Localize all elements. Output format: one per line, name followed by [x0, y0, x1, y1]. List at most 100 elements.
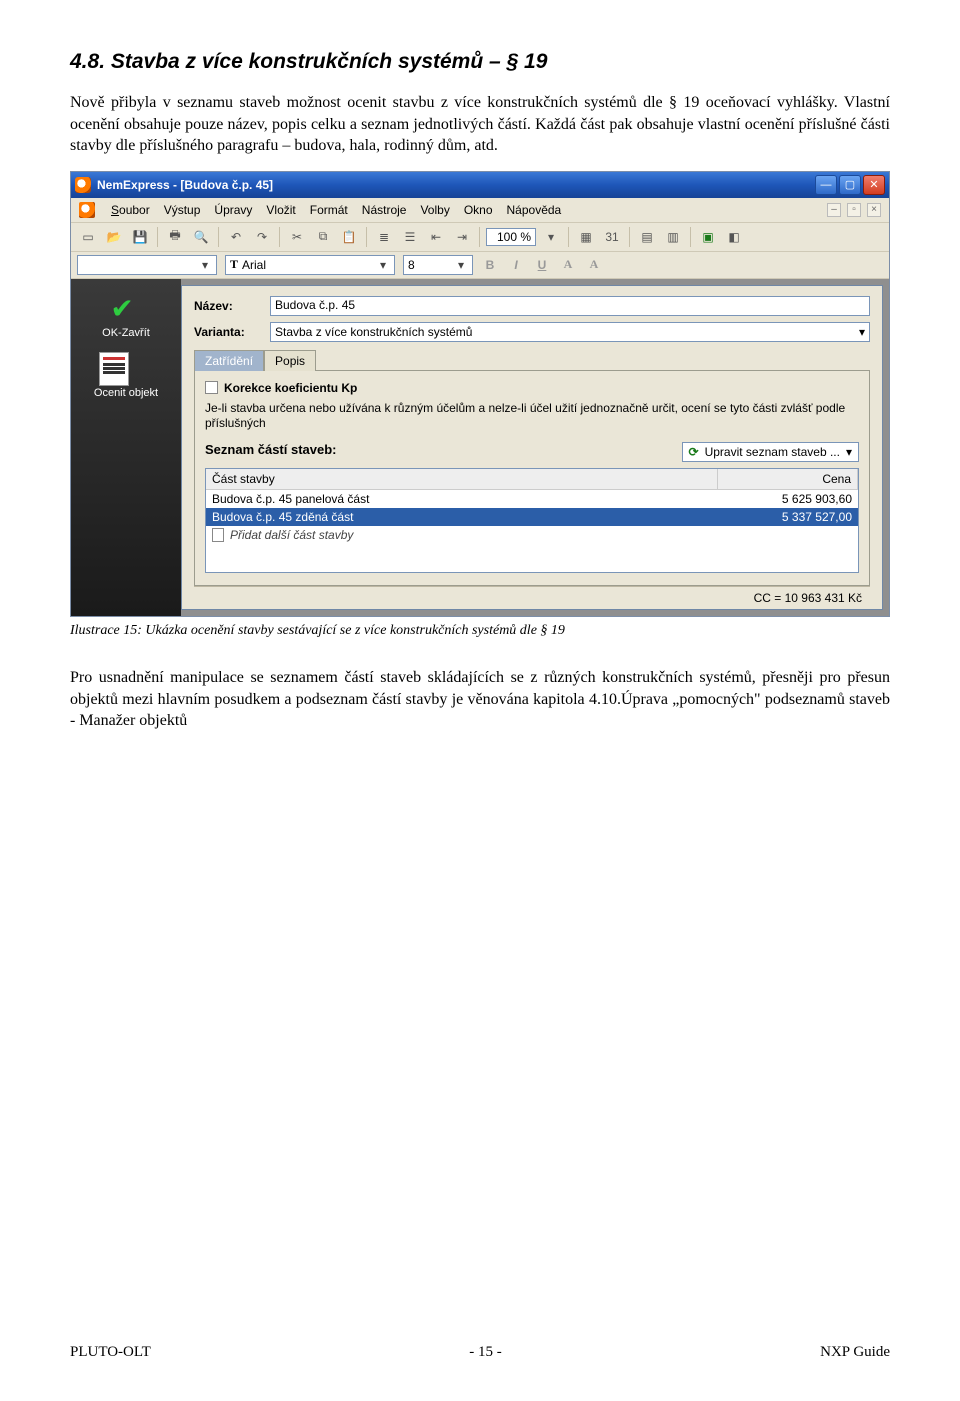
tool-b-icon[interactable]: ▥	[662, 226, 684, 248]
calendar-icon[interactable]: 31	[601, 226, 623, 248]
cc-total: CC = 10 963 431 Kč	[754, 591, 862, 605]
bullets-icon[interactable]: ≣	[373, 226, 395, 248]
ok-close-label: OK-Zavřít	[102, 327, 150, 339]
list-label: Seznam částí staveb:	[205, 442, 337, 457]
kp-checkbox[interactable]	[205, 381, 218, 394]
fontcolor-b-button[interactable]: A	[585, 257, 603, 272]
font-size: 8	[408, 258, 415, 272]
part-name: Budova č.p. 45 zděná část	[212, 510, 712, 524]
menu-volby[interactable]: Volby	[420, 203, 449, 217]
chevron-down-icon: ▾	[454, 258, 468, 272]
window-title: NemExpress - [Budova č.p. 45]	[97, 178, 273, 192]
varianta-value: Stavba z více konstrukčních systémů	[275, 325, 472, 339]
zoom-dropdown-icon[interactable]: ▾	[540, 226, 562, 248]
menu-app-icon	[79, 202, 95, 218]
menu-soubor[interactable]: Soubor	[111, 203, 150, 217]
edit-list-label: Upravit seznam staveb ...	[705, 445, 840, 459]
menu-vystup[interactable]: Výstup	[164, 203, 201, 217]
ok-close-button[interactable]: ✔ OK-Zavřít	[102, 291, 150, 339]
mdi-restore[interactable]: ▫	[847, 203, 861, 217]
numbered-icon[interactable]: ☰	[399, 226, 421, 248]
col-part[interactable]: Část stavby	[206, 469, 718, 489]
tool-a-icon[interactable]: ▤	[636, 226, 658, 248]
figure-caption: Ilustrace 15: Ukázka ocenění stavby sest…	[70, 623, 890, 639]
bold-button[interactable]: B	[481, 258, 499, 272]
tool-c-icon[interactable]: ▣	[697, 226, 719, 248]
varianta-combo[interactable]: Stavba z více konstrukčních systémů ▾	[270, 322, 870, 342]
varianta-label: Varianta:	[194, 325, 262, 339]
document-icon	[99, 352, 129, 386]
paste-icon[interactable]: 📋	[338, 226, 360, 248]
ocenit-label: Ocenit objekt	[94, 387, 158, 399]
zoom-field[interactable]: 100 %	[486, 228, 536, 246]
redo-icon[interactable]: ↷	[251, 226, 273, 248]
page-footer: PLUTO-OLT - 15 - NXP Guide	[70, 1344, 890, 1361]
app-icon	[75, 177, 91, 193]
nazev-label: Název:	[194, 299, 262, 313]
menu-nastroje[interactable]: Nástroje	[362, 203, 407, 217]
indent-icon[interactable]: ⇥	[451, 226, 473, 248]
list-item[interactable]: Budova č.p. 45 panelová část 5 625 903,6…	[206, 490, 858, 508]
new-doc-icon	[212, 528, 224, 542]
part-price: 5 337 527,00	[712, 510, 852, 524]
font-name: Arial	[242, 258, 266, 272]
calc-icon[interactable]: ▦	[575, 226, 597, 248]
part-name: Budova č.p. 45 panelová část	[212, 492, 712, 506]
undo-icon[interactable]: ↶	[225, 226, 247, 248]
toolbar-main: ▭ 📂 💾 🖶 🔍 ↶ ↷ ✂ ⧉ 📋 ≣ ☰ ⇤ ⇥ 100 % ▾ ▦ 31	[71, 222, 889, 252]
menu-napoveda[interactable]: Nápověda	[507, 203, 562, 217]
edit-list-button[interactable]: ⟳ Upravit seznam staveb ... ▾	[682, 442, 859, 462]
font-combo[interactable]: T Arial ▾	[225, 255, 395, 275]
fontcolor-a-button[interactable]: A	[559, 257, 577, 272]
detail-panel: Název: Budova č.p. 45 Varianta: Stavba z…	[181, 285, 883, 610]
chevron-down-icon: ▾	[376, 258, 390, 272]
tab-zatrideni[interactable]: Zatřídění	[194, 350, 264, 371]
open-icon[interactable]: 📂	[103, 226, 125, 248]
menu-okno[interactable]: Okno	[464, 203, 493, 217]
print-icon[interactable]: 🖶	[164, 226, 186, 248]
mdi-close[interactable]: ×	[867, 203, 881, 217]
add-part-label: Přidat další část stavby	[230, 528, 353, 542]
tool-d-icon[interactable]: ◧	[723, 226, 745, 248]
col-price[interactable]: Cena	[718, 469, 858, 489]
menu-format[interactable]: Formát	[310, 203, 348, 217]
menu-vlozit[interactable]: Vložit	[266, 203, 295, 217]
chevron-down-icon: ▾	[198, 258, 212, 272]
chevron-down-icon: ▾	[846, 445, 852, 459]
tab-popis[interactable]: Popis	[264, 350, 316, 371]
check-icon: ✔	[110, 292, 133, 325]
footer-center: - 15 -	[469, 1344, 502, 1361]
minimize-button[interactable]: —	[815, 175, 837, 195]
footer-left: PLUTO-OLT	[70, 1344, 151, 1361]
preview-icon[interactable]: 🔍	[190, 226, 212, 248]
tab-panel: Korekce koeficientu Kp Je-li stavba urče…	[194, 370, 870, 586]
kp-label: Korekce koeficientu Kp	[224, 381, 357, 395]
parts-list: Část stavby Cena Budova č.p. 45 panelová…	[205, 468, 859, 573]
paragraph-1: Nově přibyla v seznamu staveb možnost oc…	[70, 92, 890, 157]
save-icon[interactable]: 💾	[129, 226, 151, 248]
style-combo[interactable]: ▾	[77, 255, 217, 275]
close-button[interactable]: ✕	[863, 175, 885, 195]
underline-button[interactable]: U	[533, 258, 551, 272]
mdi-minimize[interactable]: –	[827, 203, 841, 217]
nazev-input[interactable]: Budova č.p. 45	[270, 296, 870, 316]
paragraph-2: Pro usnadnění manipulace se seznamem čás…	[70, 667, 890, 732]
copy-icon[interactable]: ⧉	[312, 226, 334, 248]
list-item-selected[interactable]: Budova č.p. 45 zděná část 5 337 527,00	[206, 508, 858, 526]
fontsize-combo[interactable]: 8 ▾	[403, 255, 473, 275]
toolbar-font: ▾ T Arial ▾ 8 ▾ B I U A A	[71, 252, 889, 279]
cut-icon[interactable]: ✂	[286, 226, 308, 248]
outdent-icon[interactable]: ⇤	[425, 226, 447, 248]
new-icon[interactable]: ▭	[77, 226, 99, 248]
ocenit-button[interactable]: Ocenit objekt	[94, 351, 158, 399]
maximize-button[interactable]: ▢	[839, 175, 861, 195]
section-heading: 4.8. Stavba z více konstrukčních systémů…	[70, 50, 890, 74]
footer-right: NXP Guide	[820, 1344, 890, 1361]
workarea: ✔ OK-Zavřít Ocenit objekt Název: Budova …	[71, 279, 889, 616]
tabs: Zatřídění Popis	[194, 350, 870, 371]
titlebar: NemExpress - [Budova č.p. 45] — ▢ ✕	[71, 172, 889, 198]
mdi-controls: – ▫ ×	[827, 203, 881, 217]
menu-upravy[interactable]: Úpravy	[214, 203, 252, 217]
add-part-row[interactable]: Přidat další část stavby	[206, 526, 858, 544]
italic-button[interactable]: I	[507, 258, 525, 272]
